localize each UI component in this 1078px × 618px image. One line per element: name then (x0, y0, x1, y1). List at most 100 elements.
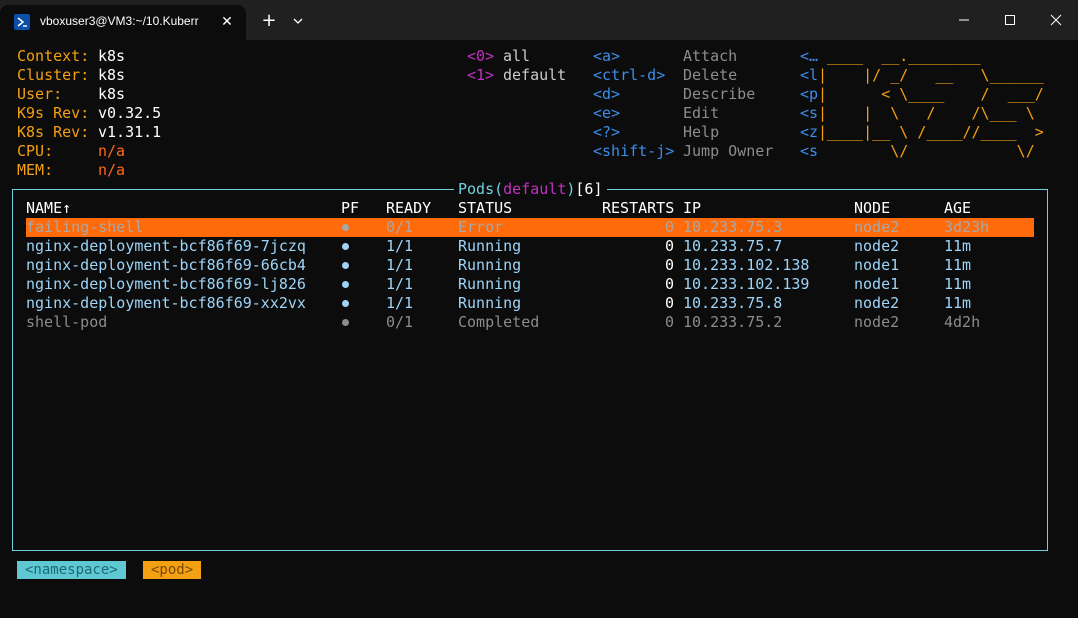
pod-ip: 10.233.102.138 (683, 256, 810, 274)
mem-label: MEM: (17, 161, 54, 179)
cluster-label: Cluster: (17, 66, 90, 84)
shortcut-key: <?> (593, 123, 621, 141)
pod-restarts: 0 (665, 294, 675, 312)
title-count: [6] (575, 180, 603, 198)
close-tab-icon[interactable]: ✕ (218, 13, 236, 31)
cpu-label: CPU: (17, 142, 54, 160)
pod-ip: 10.233.75.8 (683, 294, 783, 312)
cpu-value: n/a (98, 142, 126, 160)
logo-prefix: <z (800, 123, 819, 141)
title-namespace: default (503, 180, 567, 198)
logo-line: |____|__ \ /____//____ > (818, 123, 1044, 141)
column-header-restarts[interactable]: RESTARTS (602, 199, 674, 218)
namespace-name[interactable]: all (503, 47, 530, 66)
close-window-button[interactable] (1032, 0, 1078, 40)
pod-status: Error (458, 218, 504, 236)
k9s-rev-label: K9s Rev: (17, 104, 90, 122)
pod-node: node1 (854, 275, 900, 293)
new-tab-button[interactable]: + (258, 11, 280, 33)
mem-value: n/a (98, 161, 126, 179)
terminal-tab[interactable]: vboxuser3@VM3:~/10.Kuberr ✕ (0, 5, 246, 40)
pod-node: node2 (854, 218, 900, 236)
pod-age: 3d23h (944, 218, 990, 236)
cluster-value: k8s (98, 66, 126, 84)
shortcut-key: <shift-j> (593, 142, 675, 160)
namespace-key[interactable]: <1> (467, 66, 494, 85)
pod-age: 4d2h (944, 313, 981, 331)
title-open-paren: ( (494, 180, 504, 198)
column-header-pf[interactable]: PF (341, 199, 359, 218)
pod-name: nginx-deployment-bcf86f69-66cb4 (26, 256, 306, 274)
pod-node: node2 (854, 237, 900, 255)
logo-line: | | \ / /\___ \ (818, 104, 1044, 122)
pod-status: Running (458, 256, 522, 274)
pods-table-title: Pods(default)[6] (454, 180, 607, 199)
port-forward-dot-icon (342, 243, 349, 250)
pod-name: nginx-deployment-bcf86f69-7jczq (26, 237, 306, 255)
user-value: k8s (98, 85, 126, 103)
port-forward-dot-icon (342, 224, 349, 231)
pod-name: shell-pod (26, 313, 108, 331)
pod-ready: 0/1 (386, 218, 414, 236)
chevron-down-icon[interactable] (289, 12, 307, 30)
shortcut-key: <a> (593, 47, 621, 65)
pod-ready: 1/1 (386, 256, 414, 274)
shortcut-action: Help (683, 123, 720, 141)
column-header-ready[interactable]: READY (386, 199, 431, 218)
shortcut-key: <e> (593, 104, 621, 122)
pod-ip: 10.233.102.139 (683, 275, 810, 293)
pod-node: node1 (854, 256, 900, 274)
logo-line: \/ \/ (818, 142, 1044, 160)
pod-ready: 1/1 (386, 294, 414, 312)
column-header-name[interactable]: NAME↑ (26, 199, 71, 218)
breadcrumb-pod: <pod> (143, 561, 202, 579)
maximize-button[interactable] (986, 0, 1032, 40)
pod-age: 11m (944, 256, 972, 274)
logo-prefix: <s (800, 104, 819, 122)
user-label: User: (17, 85, 63, 103)
pod-age: 11m (944, 275, 972, 293)
column-header-node[interactable]: NODE (854, 199, 890, 218)
pod-status: Running (458, 275, 522, 293)
pod-ready: 1/1 (386, 275, 414, 293)
logo-line: | < \____ / ___/ (818, 85, 1044, 103)
column-header-status[interactable]: STATUS (458, 199, 512, 218)
pod-restarts: 0 (665, 275, 675, 293)
pod-age: 11m (944, 237, 972, 255)
pod-status: Completed (458, 313, 540, 331)
pod-restarts: 0 (665, 256, 675, 274)
shortcut-action: Delete (683, 66, 738, 84)
shortcut-key: <d> (593, 85, 621, 103)
pod-age: 11m (944, 294, 972, 312)
title-bar: vboxuser3@VM3:~/10.Kuberr ✕ + (0, 0, 1078, 40)
shortcut-action: Edit (683, 104, 720, 122)
pod-ip: 10.233.75.2 (683, 313, 783, 331)
k9s-rev-value: v0.32.5 (98, 104, 162, 122)
context-label: Context: (17, 47, 90, 65)
shortcut-action: Describe (683, 85, 756, 103)
logo-line: ____ __.________ (818, 47, 1044, 65)
pod-ip: 10.233.75.3 (683, 218, 783, 236)
logo-prefix: <l (800, 66, 819, 84)
column-header-age[interactable]: AGE (944, 199, 971, 218)
port-forward-dot-icon (342, 281, 349, 288)
pod-name: failing-shell (26, 218, 144, 236)
logo-prefix: <p (800, 85, 819, 103)
shortcut-key: <ctrl-d> (593, 66, 666, 84)
port-forward-dot-icon (342, 319, 349, 326)
column-header-ip[interactable]: IP (683, 199, 701, 218)
pod-node: node2 (854, 313, 900, 331)
pod-restarts: 0 (665, 237, 675, 255)
namespace-key[interactable]: <0> (467, 47, 494, 66)
k8s-rev-value: v1.31.1 (98, 123, 162, 141)
port-forward-dot-icon (342, 300, 349, 307)
pod-ready: 0/1 (386, 313, 414, 331)
pod-name: nginx-deployment-bcf86f69-lj826 (26, 275, 306, 293)
logo-prefix: <… (800, 47, 819, 65)
k8s-rev-label: K8s Rev: (17, 123, 90, 141)
minimize-button[interactable] (940, 0, 986, 40)
namespace-name[interactable]: default (503, 66, 566, 85)
pod-name: nginx-deployment-bcf86f69-xx2vx (26, 294, 306, 312)
title-resource: Pods (458, 180, 495, 198)
pod-restarts: 0 (665, 218, 675, 236)
